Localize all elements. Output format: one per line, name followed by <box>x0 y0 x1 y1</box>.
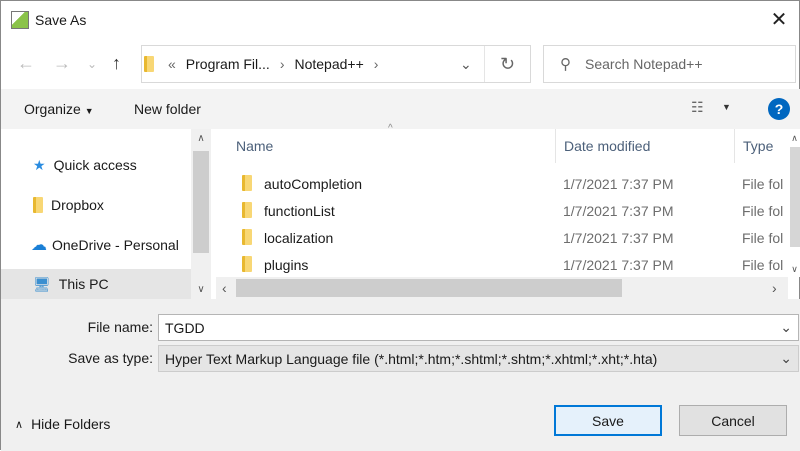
back-button[interactable]: ← <box>17 53 35 74</box>
save-as-type-label: Save as type: <box>68 350 153 366</box>
file-row[interactable]: autoCompletion 1/7/2021 7:37 PM File fol <box>216 171 786 197</box>
close-button[interactable]: ✕ <box>767 7 791 32</box>
hide-folders-label: Hide Folders <box>31 416 111 432</box>
file-name: plugins <box>264 257 309 273</box>
file-name-label: File name: <box>87 319 153 335</box>
star-icon: ★ <box>33 156 46 173</box>
file-type: File fol <box>742 203 784 219</box>
breadcrumb-overflow[interactable]: « <box>168 56 176 72</box>
folder-icon <box>242 256 252 272</box>
notepad-icon <box>11 11 29 29</box>
search-icon: ⚲ <box>560 56 571 73</box>
scroll-thumb[interactable] <box>790 147 800 247</box>
file-date: 1/7/2021 7:37 PM <box>563 257 674 273</box>
scroll-thumb[interactable] <box>193 151 209 253</box>
nav-quick-access[interactable]: ★ Quick access <box>1 150 189 180</box>
computer-icon: 🖥 <box>33 275 51 292</box>
folder-icon <box>242 229 252 245</box>
cloud-icon: ☁ <box>31 237 47 254</box>
file-name: autoCompletion <box>264 176 363 192</box>
toolbar: Organize ▼ New folder ☷ ▼ ? <box>1 89 800 129</box>
sort-ascending-icon: ^ <box>388 123 393 134</box>
list-horizontal-scrollbar[interactable]: ‹ › <box>216 277 788 299</box>
new-folder-button[interactable]: New folder <box>134 101 201 117</box>
scroll-down-icon[interactable]: ∨ <box>788 264 800 275</box>
file-row[interactable]: localization 1/7/2021 7:37 PM File fol <box>216 225 786 251</box>
save-button[interactable]: Save <box>554 405 662 436</box>
column-name[interactable]: Name <box>216 129 556 163</box>
save-as-type-select[interactable]: Hyper Text Markup Language file (*.html;… <box>158 345 799 372</box>
hide-folders-button[interactable]: ∧ Hide Folders <box>15 416 110 432</box>
file-list: Name ^ Date modified Type autoCompletion… <box>216 123 800 299</box>
scroll-up-icon[interactable]: ∧ <box>191 133 211 144</box>
nav-label: OneDrive - Personal <box>52 237 179 253</box>
scroll-right-icon[interactable]: › <box>772 280 777 296</box>
nav-label: This PC <box>58 276 109 292</box>
nav-scrollbar[interactable]: ∧ ∨ <box>191 129 211 299</box>
nav-dropbox[interactable]: Dropbox <box>1 190 189 220</box>
folder-icon <box>144 56 154 72</box>
column-label: Name <box>236 138 274 154</box>
file-type: File fol <box>742 176 784 192</box>
file-row[interactable]: plugins 1/7/2021 7:37 PM File fol <box>216 252 786 278</box>
file-date: 1/7/2021 7:37 PM <box>563 203 674 219</box>
file-type: File fol <box>742 257 784 273</box>
scroll-left-icon[interactable]: ‹ <box>222 280 227 296</box>
nav-this-pc[interactable]: 🖥 This PC <box>1 269 191 299</box>
nav-onedrive[interactable]: ☁ OneDrive - Personal <box>1 230 189 260</box>
list-vertical-scrollbar[interactable]: ∧ ∨ <box>788 129 800 277</box>
chevron-down-icon[interactable]: ⌄ <box>780 350 792 367</box>
help-button[interactable]: ? <box>768 98 790 120</box>
up-button[interactable]: ↑ <box>112 53 121 74</box>
search-input[interactable]: ⚲ Search Notepad++ <box>543 45 796 83</box>
chevron-down-icon[interactable]: ⌄ <box>780 319 792 336</box>
column-label: Date modified <box>564 138 651 154</box>
organize-button[interactable]: Organize ▼ <box>24 101 94 117</box>
navigation-pane: ★ Quick access Dropbox ☁ OneDrive - Person… <box>1 129 211 299</box>
scroll-thumb[interactable] <box>236 279 622 297</box>
chevron-right-icon[interactable]: › <box>280 56 285 72</box>
title-bar: Save As <box>11 9 86 31</box>
breadcrumb-notepadpp[interactable]: Notepad++ <box>294 56 363 72</box>
breadcrumb-program-files[interactable]: Program Fil... <box>186 56 270 72</box>
file-name: localization <box>264 230 334 246</box>
scroll-up-icon[interactable]: ∧ <box>788 133 800 144</box>
address-dropdown-icon[interactable]: ⌄ <box>460 56 472 73</box>
address-bar[interactable]: « Program Fil... › Notepad++ › ⌄ ↻ <box>141 45 531 83</box>
refresh-button[interactable]: ↻ <box>484 46 530 82</box>
forward-button[interactable]: → <box>53 53 71 74</box>
file-name-value: TGDD <box>165 319 205 336</box>
column-date-modified[interactable]: Date modified <box>555 129 735 163</box>
nav-label: Dropbox <box>51 197 104 213</box>
column-type[interactable]: Type <box>734 129 794 163</box>
folder-icon <box>242 175 252 191</box>
column-label: Type <box>743 138 774 154</box>
window-title: Save As <box>35 12 87 28</box>
caret-up-icon: ∧ <box>15 418 24 431</box>
folder-icon <box>33 197 43 213</box>
cancel-button[interactable]: Cancel <box>679 405 787 436</box>
caret-down-icon: ▼ <box>84 106 94 116</box>
chevron-right-icon[interactable]: › <box>374 56 379 72</box>
organize-label: Organize <box>24 101 81 117</box>
folder-icon <box>242 202 252 218</box>
nav-label: Quick access <box>53 157 137 173</box>
view-dropdown-icon[interactable]: ▼ <box>722 102 731 112</box>
file-date: 1/7/2021 7:37 PM <box>563 230 674 246</box>
save-as-type-value: Hyper Text Markup Language file (*.html;… <box>165 350 658 367</box>
recent-dropdown-icon[interactable]: ⌄ <box>87 57 97 71</box>
file-date: 1/7/2021 7:37 PM <box>563 176 674 192</box>
file-row[interactable]: functionList 1/7/2021 7:37 PM File fol <box>216 198 786 224</box>
file-name-input[interactable]: TGDD ⌄ <box>158 314 799 341</box>
view-options-icon[interactable]: ☷ <box>691 99 704 116</box>
file-type: File fol <box>742 230 784 246</box>
file-name: functionList <box>264 203 335 219</box>
search-placeholder: Search Notepad++ <box>585 56 703 72</box>
scroll-down-icon[interactable]: ∨ <box>191 284 211 295</box>
